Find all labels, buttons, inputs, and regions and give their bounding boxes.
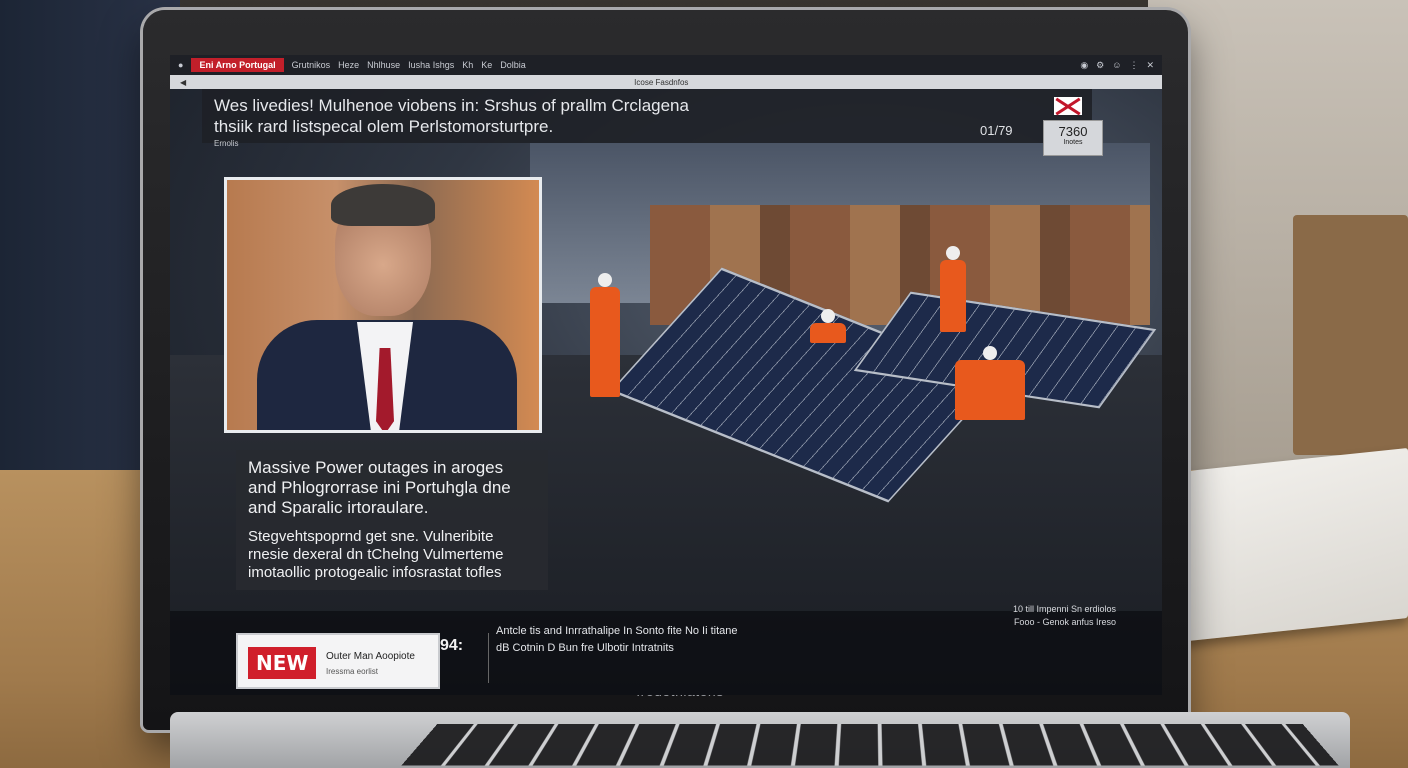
ticker-right-line: 10 till Impenni Sn erdiolos (1012, 604, 1116, 614)
tab[interactable]: Iusha Ishgs (408, 60, 454, 70)
tab-active[interactable]: Eni Arno Portugal (191, 58, 284, 72)
ticker-divider (488, 633, 489, 683)
ticker-line: dB Cotnin D Bun fre Ulbotir Intratnits (496, 642, 674, 654)
rating-box[interactable]: 7360 Inotes (1043, 120, 1103, 156)
laptop-screen: ● Eni Arno Portugal Grutnikos Heze Nhlhu… (170, 55, 1162, 695)
ticker-right-info: 10 till Impenni Sn erdiolos Fooo - Genok… (1013, 603, 1116, 629)
menu-dots-icon[interactable]: ⋮ (1129, 60, 1138, 71)
back-icon[interactable]: ◀ (180, 78, 186, 87)
worker-figure (590, 273, 620, 397)
headline-banner[interactable]: Wes livedies! Mulhenoe viobens in: Srshu… (202, 89, 1092, 143)
rating-label: Inotes (1063, 139, 1083, 146)
timecode: 01/79 (980, 123, 1013, 138)
browser-menu-icon[interactable]: ● (178, 60, 183, 70)
badge-line: Iressma eorlist (326, 667, 379, 676)
background-shelf (1293, 215, 1408, 455)
headline-line: thsiik rard listspecal olem Perlstomorst… (214, 117, 554, 136)
ticker-text[interactable]: Antcle tis and Inrrathalipe In Sonto fit… (496, 623, 738, 657)
headline-line: Wes livedies! Mulhenoe viobens in: Srshu… (214, 96, 689, 115)
browser-tab-bar: ● Eni Arno Portugal Grutnikos Heze Nhlhu… (170, 55, 1162, 75)
headline-meta: Ernolis (214, 139, 239, 148)
badge-line: Outer Man Aoopiote (326, 651, 415, 662)
tab[interactable]: Ke (481, 60, 492, 70)
address-url[interactable]: Icose Fasdnfos (634, 78, 688, 87)
ticker-line: Antcle tis and Inrrathalipe In Sonto fit… (496, 625, 738, 637)
address-bar[interactable]: ◀ Icose Fasdnfos (170, 75, 1162, 89)
settings-icon[interactable]: ⚙ (1096, 60, 1104, 71)
summary-subtitle: Stegvehtspoprnd get sne. Vulneribite rne… (248, 528, 504, 581)
tab[interactable]: Dolbia (500, 60, 526, 70)
extension-icon[interactable]: ◉ (1080, 60, 1088, 71)
tab[interactable]: Grutnikos (292, 60, 331, 70)
tab[interactable]: Heze (338, 60, 359, 70)
new-label: NEW (248, 647, 317, 679)
worker-figure (955, 346, 1025, 420)
paper-stack (1178, 447, 1408, 643)
profile-icon[interactable]: ☺ (1112, 60, 1121, 70)
keyboard (401, 724, 1339, 766)
summary-title: Massive Power outages in aroges and Phlo… (248, 458, 511, 517)
worker-figure (810, 309, 846, 343)
new-badge[interactable]: NEW Outer Man Aoopiote Iressma eorlist (236, 633, 440, 689)
anchor-hair (331, 184, 435, 226)
ticker-number: 94: (440, 637, 464, 654)
story-summary[interactable]: Massive Power outages in aroges and Phlo… (236, 450, 548, 590)
tab[interactable]: Nhlhuse (367, 60, 400, 70)
worker-figure (940, 246, 966, 332)
close-icon[interactable]: ✕ (1146, 60, 1154, 71)
rating-value: 7360 (1058, 124, 1088, 139)
news-anchor-video[interactable] (224, 177, 542, 433)
ticker-right-line: Fooo - Genok anfus Ireso (1013, 617, 1116, 627)
tab[interactable]: Kh (462, 60, 473, 70)
flag-icon (1054, 97, 1082, 115)
